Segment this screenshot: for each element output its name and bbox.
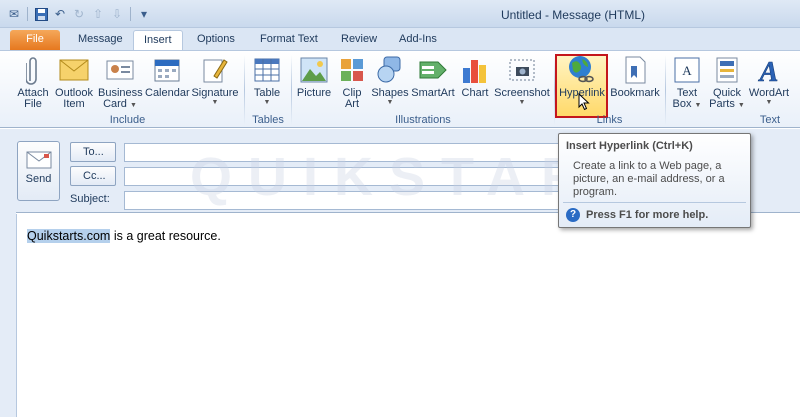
smartart-button[interactable]: SmartArt <box>411 54 455 99</box>
calendar-button[interactable]: Calendar <box>145 54 190 99</box>
ribbon-tabs: File Message Insert Options Format Text … <box>0 28 800 50</box>
business-card-button[interactable]: Business Card ▼ <box>98 54 143 110</box>
dropdown-caret-icon: ▼ <box>211 99 219 106</box>
group-links-label: Links <box>596 114 623 126</box>
calendar-icon <box>145 54 188 86</box>
wordart-icon: A <box>748 54 790 86</box>
clip-art-button[interactable]: Clip Art <box>338 54 366 110</box>
outlook-item-button[interactable]: Outlook Item <box>54 54 94 110</box>
tab-insert[interactable]: Insert <box>133 30 183 50</box>
dropdown-caret-icon: ▼ <box>737 102 745 109</box>
picture-button[interactable]: Picture <box>296 54 332 99</box>
shapes-button[interactable]: Shapes ▼ <box>371 54 409 107</box>
attach-file-button[interactable]: Attach File <box>15 54 51 110</box>
tab-format-text[interactable]: Format Text <box>250 30 328 50</box>
group-separator <box>665 55 666 125</box>
text-box-icon: A <box>671 54 703 86</box>
business-card-icon <box>98 54 142 86</box>
table-icon <box>250 54 284 86</box>
cc-button[interactable]: Cc... <box>70 166 116 186</box>
quick-parts-icon <box>708 54 746 86</box>
ribbon: Attach File Outlook Item Business Card ▼… <box>0 50 800 128</box>
chart-icon <box>459 54 491 86</box>
svg-text:A: A <box>758 57 779 84</box>
message-body[interactable]: Quikstarts.com is a great resource. <box>16 214 800 417</box>
tab-review[interactable]: Review <box>331 30 387 50</box>
tab-options[interactable]: Options <box>187 30 245 50</box>
selected-text[interactable]: Quikstarts.com <box>27 229 111 243</box>
group-illustrations-label: Illustrations <box>395 114 451 126</box>
paperclip-icon <box>15 54 51 86</box>
hyperlink-globe-icon <box>557 54 607 86</box>
text-box-button[interactable]: A Text Box ▼ <box>671 54 703 110</box>
window-title: Untitled - Message (HTML) <box>500 8 645 22</box>
tab-file[interactable]: File <box>10 30 60 50</box>
send-button[interactable]: Send <box>17 141 60 201</box>
group-separator <box>244 55 245 125</box>
subject-label: Subject: <box>70 193 110 205</box>
signature-pen-icon <box>191 54 239 86</box>
table-button[interactable]: Table ▼ <box>250 54 284 107</box>
signature-button[interactable]: Signature ▼ <box>191 54 239 107</box>
body-text: Quikstarts.com is a great resource. <box>27 229 221 243</box>
bookmark-button[interactable]: Bookmark <box>610 54 660 99</box>
mouse-pointer-icon <box>578 92 590 114</box>
group-include-label: Include <box>109 114 146 126</box>
tooltip-title: Insert Hyperlink (Ctrl+K) <box>566 140 693 152</box>
clip-art-icon <box>338 54 366 86</box>
dropdown-caret-icon: ▼ <box>386 99 394 106</box>
dropdown-caret-icon: ▼ <box>263 99 271 106</box>
chart-button[interactable]: Chart <box>459 54 491 99</box>
tooltip-divider <box>563 202 746 203</box>
group-text-label: Text <box>759 114 781 126</box>
send-label: Send <box>25 173 52 185</box>
group-tables-label: Tables <box>252 114 284 126</box>
tooltip-description: Create a link to a Web page, a picture, … <box>573 160 725 198</box>
dropdown-caret-icon: ▼ <box>518 99 526 106</box>
tab-add-ins[interactable]: Add-Ins <box>389 30 447 50</box>
picture-icon <box>296 54 332 86</box>
shapes-icon <box>371 54 409 86</box>
hyperlink-tooltip: Insert Hyperlink (Ctrl+K) Create a link … <box>558 133 751 228</box>
quick-parts-button[interactable]: Quick Parts ▼ <box>708 54 746 110</box>
wordart-button[interactable]: A WordArt ▼ <box>748 54 790 107</box>
dropdown-caret-icon: ▼ <box>694 102 702 109</box>
body-text-rest: is a great resource. <box>110 229 221 243</box>
tooltip-help-text: Press F1 for more help. <box>586 209 709 221</box>
left-margin-strip <box>0 129 16 417</box>
send-envelope-icon <box>18 151 59 173</box>
title-bar: ✉ ↶ ↻ ⇧ ⇩ ▾ Untitled - Message (HTML) <box>0 0 800 28</box>
group-separator <box>291 55 292 125</box>
dropdown-caret-icon: ▼ <box>129 102 137 109</box>
to-button[interactable]: To... <box>70 142 116 162</box>
screenshot-button[interactable]: Screenshot ▼ <box>494 54 550 107</box>
smartart-icon <box>411 54 455 86</box>
dropdown-caret-icon: ▼ <box>765 99 773 106</box>
help-icon: ? <box>566 208 580 222</box>
tab-message[interactable]: Message <box>68 30 133 50</box>
screenshot-camera-icon <box>494 54 550 86</box>
envelope-icon <box>54 54 94 86</box>
svg-text:A: A <box>682 63 692 78</box>
bookmark-icon <box>610 54 660 86</box>
